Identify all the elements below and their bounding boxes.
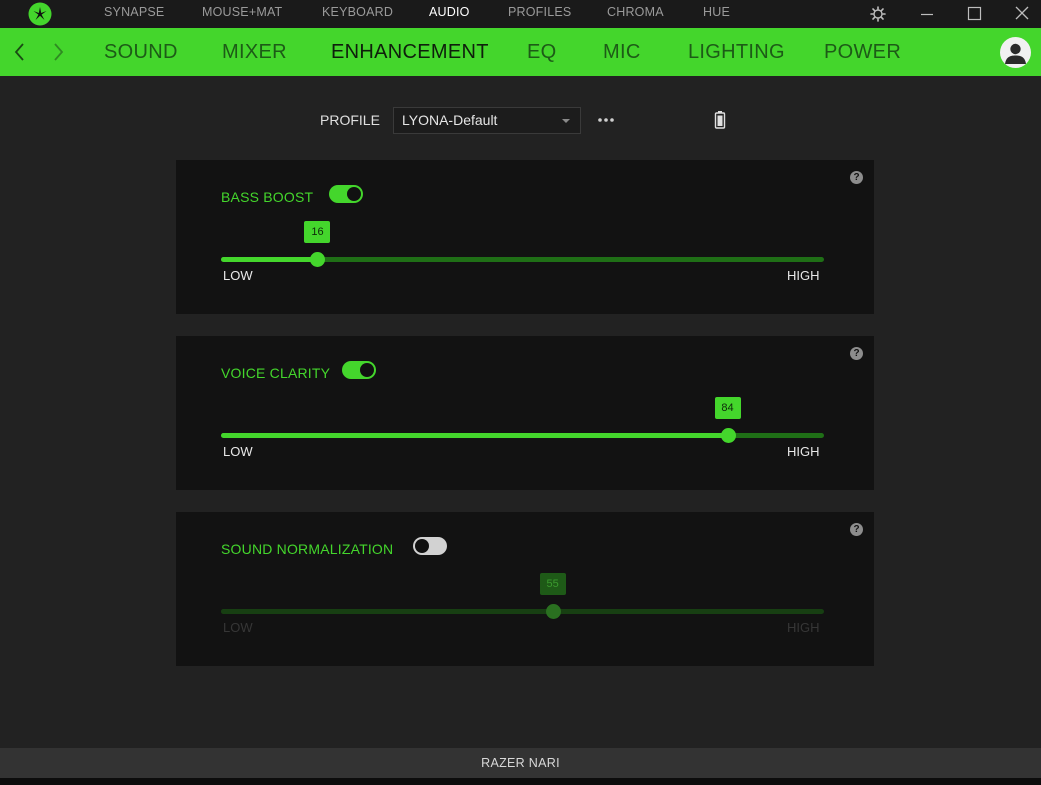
close-icon[interactable] bbox=[1011, 3, 1033, 25]
profile-selected-value: LYONA-Default bbox=[402, 112, 498, 128]
minimize-icon[interactable] bbox=[916, 3, 938, 25]
voice-clarity-panel: ? VOICE CLARITY 84 LOW HIGH bbox=[176, 336, 874, 490]
slider-value-badge: 16 bbox=[304, 221, 331, 243]
toggle-knob bbox=[415, 539, 429, 553]
top-nav-hue[interactable]: HUE bbox=[703, 0, 730, 28]
slider-fill bbox=[221, 433, 728, 438]
tab-eq[interactable]: EQ bbox=[527, 28, 557, 76]
maximize-icon[interactable] bbox=[963, 3, 985, 25]
forward-arrow-icon[interactable] bbox=[48, 40, 68, 64]
sound-normalization-panel: ? SOUND NORMALIZATION 55 LOW HIGH bbox=[176, 512, 874, 666]
top-bar: SYNAPSE MOUSE+MAT KEYBOARD AUDIO PROFILE… bbox=[0, 0, 1041, 28]
tab-lighting[interactable]: LIGHTING bbox=[688, 28, 785, 76]
back-arrow-icon[interactable] bbox=[10, 40, 30, 64]
bass-boost-toggle[interactable] bbox=[329, 185, 363, 203]
top-nav-audio[interactable]: AUDIO bbox=[429, 0, 470, 28]
razer-logo-icon[interactable] bbox=[28, 2, 52, 26]
more-options-icon[interactable] bbox=[596, 112, 616, 128]
slider-low-label: LOW bbox=[223, 268, 253, 283]
tab-mic[interactable]: MIC bbox=[603, 28, 641, 76]
voice-clarity-toggle[interactable] bbox=[342, 361, 376, 379]
slider-value-badge: 84 bbox=[714, 397, 741, 419]
device-name: RAZER NARI bbox=[481, 756, 560, 770]
tab-power[interactable]: POWER bbox=[824, 28, 901, 76]
slider-thumb[interactable] bbox=[310, 252, 326, 267]
tab-enhancement[interactable]: ENHANCEMENT bbox=[331, 28, 489, 76]
battery-icon bbox=[713, 110, 727, 130]
top-nav-mouse-mat[interactable]: MOUSE+MAT bbox=[202, 0, 282, 28]
help-icon[interactable]: ? bbox=[850, 171, 863, 184]
chevron-down-icon bbox=[562, 119, 570, 123]
bass-boost-panel: ? BASS BOOST 16 LOW HIGH bbox=[176, 160, 874, 314]
slider-thumb[interactable] bbox=[545, 604, 561, 619]
profile-label: PROFILE bbox=[320, 112, 380, 128]
sound-normalization-slider[interactable]: 55 bbox=[221, 573, 824, 619]
slider-high-label: HIGH bbox=[787, 268, 820, 283]
tab-mixer[interactable]: MIXER bbox=[222, 28, 287, 76]
help-icon[interactable]: ? bbox=[850, 523, 863, 536]
top-nav-keyboard[interactable]: KEYBOARD bbox=[322, 0, 393, 28]
slider-high-label: HIGH bbox=[787, 620, 820, 635]
slider-thumb[interactable] bbox=[720, 428, 736, 443]
toggle-knob bbox=[347, 187, 361, 201]
top-nav-chroma[interactable]: CHROMA bbox=[607, 0, 664, 28]
tab-sound[interactable]: SOUND bbox=[104, 28, 178, 76]
voice-clarity-title: VOICE CLARITY bbox=[221, 365, 331, 381]
voice-clarity-slider[interactable]: 84 bbox=[221, 397, 824, 443]
slider-low-label: LOW bbox=[223, 444, 253, 459]
slider-fill bbox=[221, 257, 318, 262]
slider-low-label: LOW bbox=[223, 620, 253, 635]
sub-nav: SOUND MIXER ENHANCEMENT EQ MIC LIGHTING … bbox=[0, 28, 1041, 76]
footer-strip bbox=[0, 778, 1041, 785]
bass-boost-title: BASS BOOST bbox=[221, 189, 314, 205]
profile-dropdown[interactable]: LYONA-Default bbox=[393, 107, 581, 134]
sound-normalization-title: SOUND NORMALIZATION bbox=[221, 541, 394, 557]
help-icon[interactable]: ? bbox=[850, 347, 863, 360]
device-footer: RAZER NARI bbox=[0, 748, 1041, 778]
gear-icon[interactable] bbox=[867, 3, 889, 25]
slider-high-label: HIGH bbox=[787, 444, 820, 459]
slider-fill bbox=[221, 609, 553, 614]
user-avatar-icon[interactable] bbox=[1000, 37, 1031, 68]
sound-normalization-toggle[interactable] bbox=[413, 537, 447, 555]
top-nav-profiles[interactable]: PROFILES bbox=[508, 0, 571, 28]
toggle-knob bbox=[360, 363, 374, 377]
bass-boost-slider[interactable]: 16 bbox=[221, 221, 824, 267]
top-nav-synapse[interactable]: SYNAPSE bbox=[104, 0, 164, 28]
slider-value-badge: 55 bbox=[539, 573, 566, 595]
